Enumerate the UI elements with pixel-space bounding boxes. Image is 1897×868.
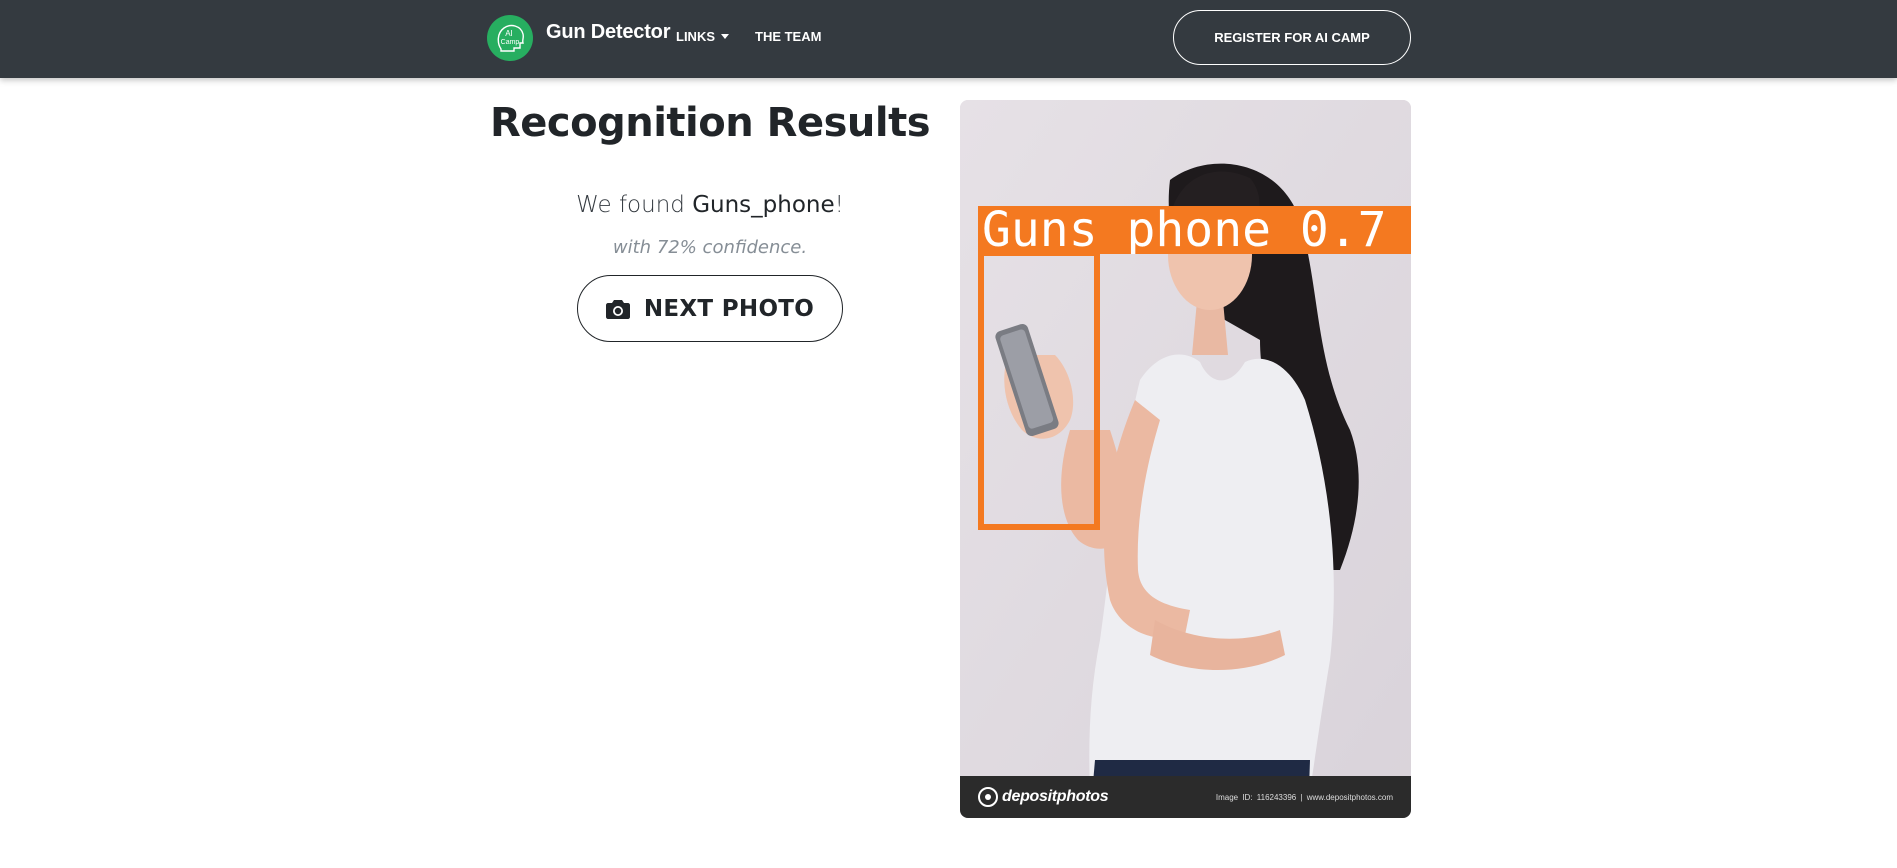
camera-icon [605, 299, 630, 319]
logo-text-top: AI [505, 29, 513, 38]
logo-text-bottom: Camp [501, 39, 520, 46]
navbar: AI Camp Gun Detector LINKS THE TEAM REGI… [0, 0, 1897, 78]
watermark-bar: depositphotos Image ID: 116243396 | www.… [960, 776, 1411, 818]
ai-camp-logo[interactable]: AI Camp [487, 15, 533, 61]
next-photo-button[interactable]: NEXT PHOTO [577, 275, 843, 342]
brain-head-icon: AI Camp [497, 24, 524, 52]
nav-links-label: LINKS [676, 29, 715, 44]
brand-name[interactable]: Gun Detector [546, 21, 670, 44]
nav-the-team[interactable]: THE TEAM [755, 29, 821, 44]
depositphotos-logo-icon [978, 787, 998, 807]
detection-result-image: Guns_phone 0.7 depositphotos Image ID: 1… [960, 100, 1411, 818]
detection-bounding-box [978, 250, 1100, 530]
register-ai-camp-button[interactable]: REGISTER FOR AI CAMP [1173, 10, 1411, 65]
watermark-brand: depositphotos [1002, 788, 1109, 805]
found-prefix: We found [576, 192, 693, 218]
detected-class: Guns_phone [692, 192, 835, 218]
next-photo-label: NEXT PHOTO [643, 295, 815, 322]
nav-links-dropdown[interactable]: LINKS [676, 29, 729, 44]
page-title: Recognition Results [489, 100, 931, 146]
watermark-meta: Image ID: 116243396 | www.depositphotos.… [1215, 792, 1393, 802]
confidence-text: with 72% confidence. [612, 237, 808, 258]
caret-down-icon [721, 34, 729, 39]
result-found-text: We found Guns_phone! [470, 192, 950, 218]
detection-label: Guns_phone 0.7 [978, 206, 1411, 254]
found-suffix: ! [834, 192, 844, 218]
